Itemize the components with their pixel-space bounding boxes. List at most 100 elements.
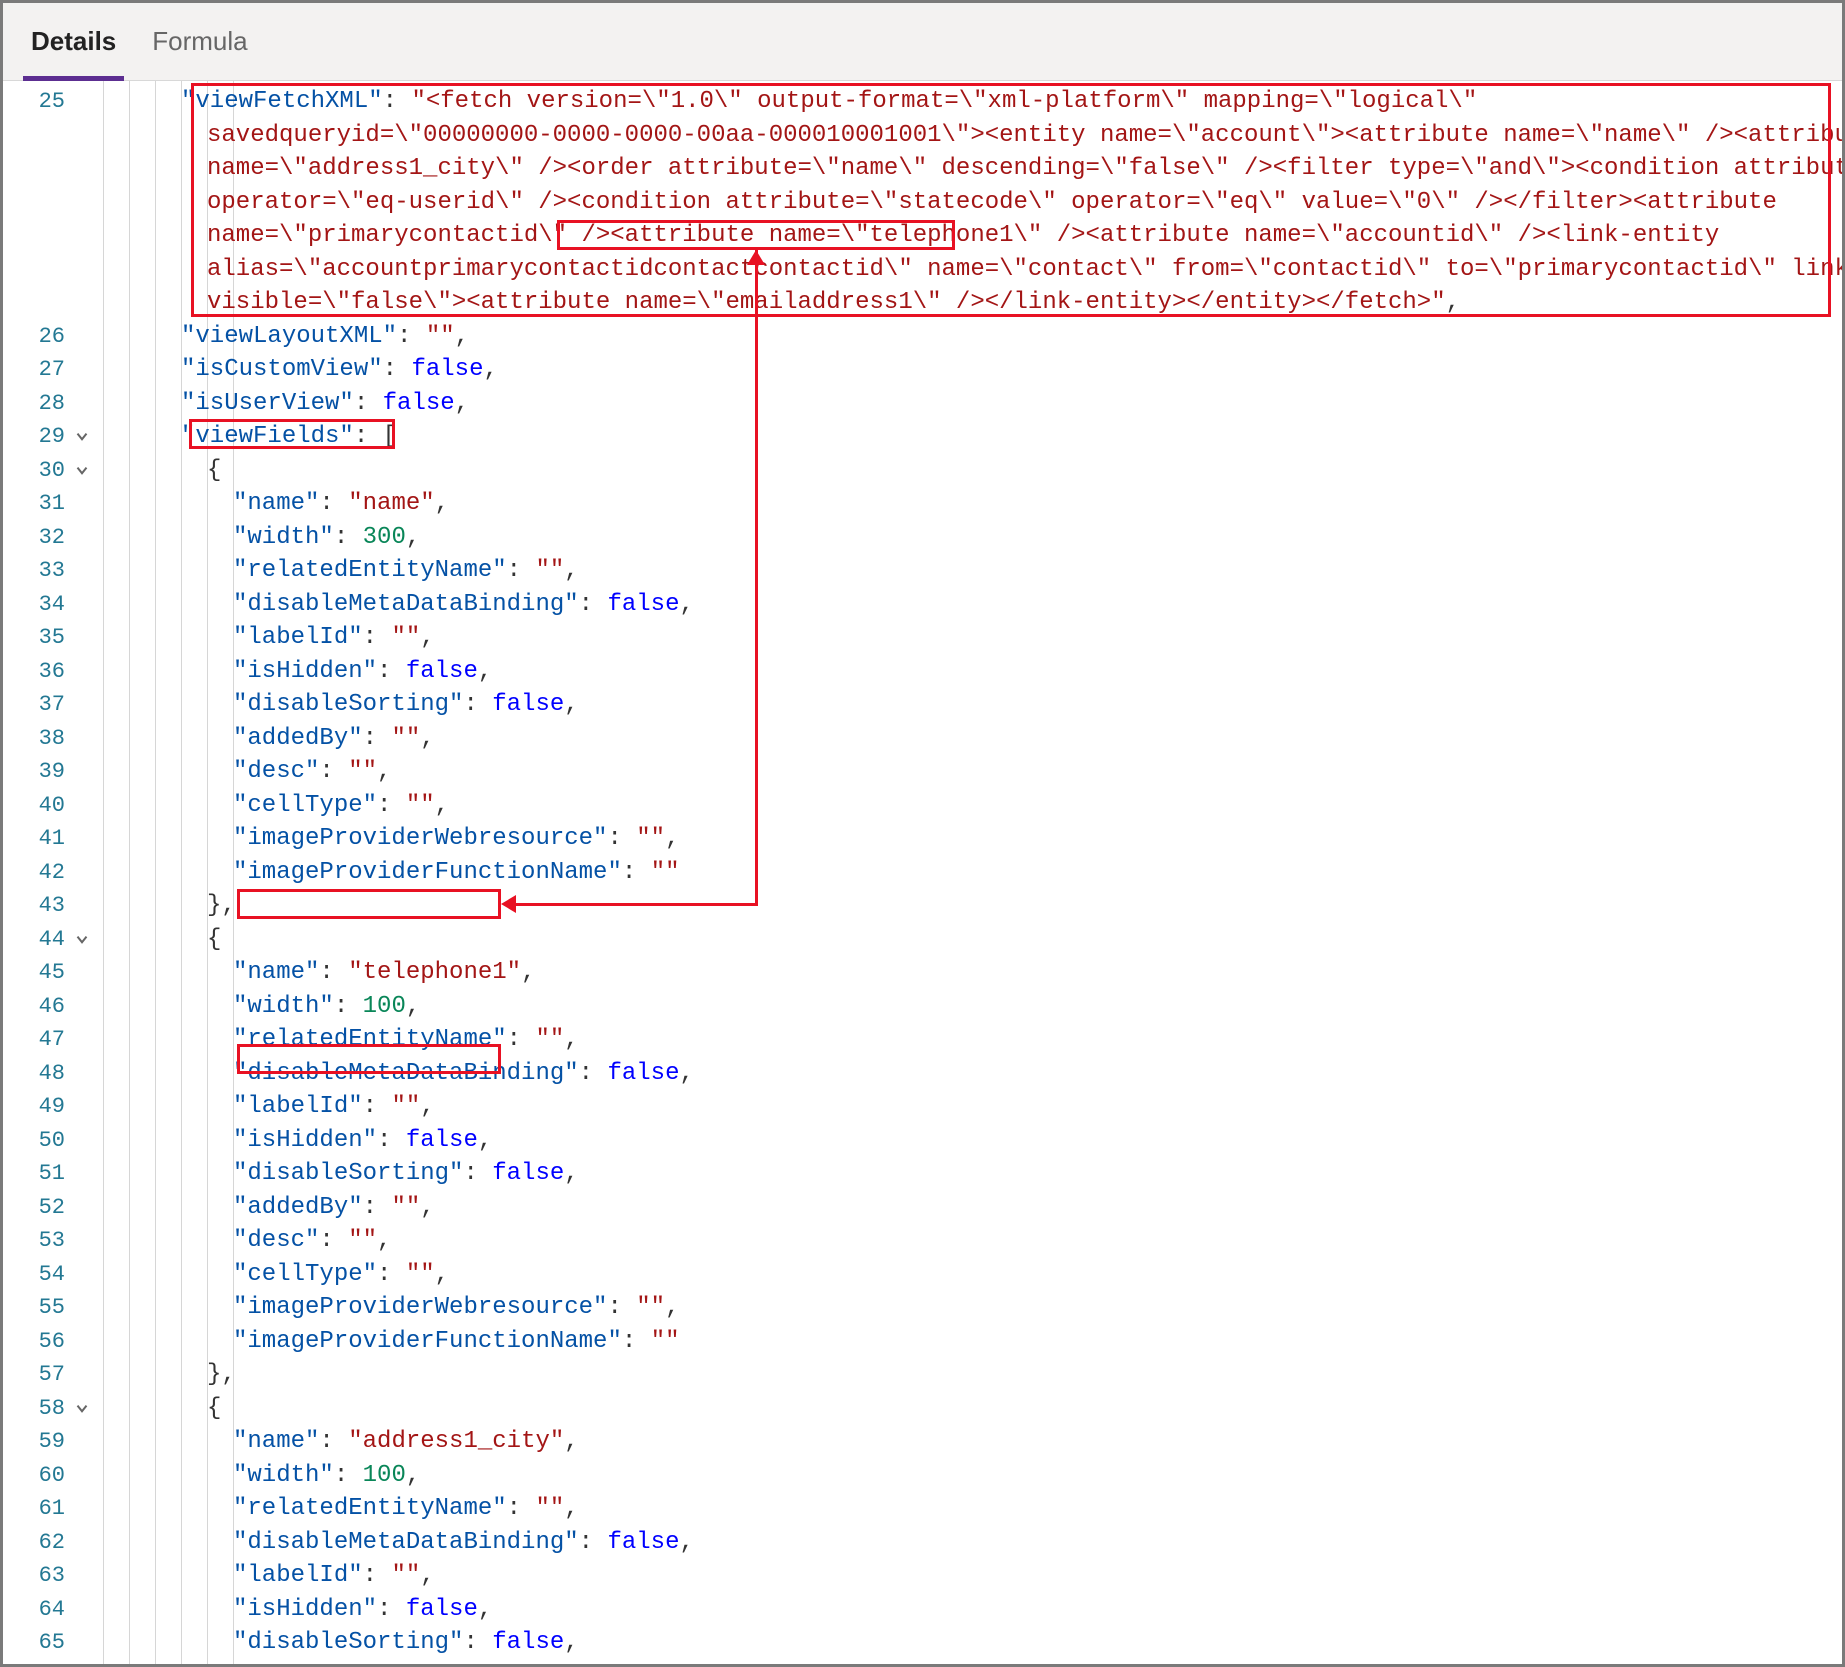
token-punc: :: [363, 1093, 392, 1120]
code-line[interactable]: "labelId": "",: [233, 1090, 1832, 1124]
token-bool: false: [492, 1160, 564, 1187]
code-line[interactable]: operator=\"eq-userid\" /><condition attr…: [207, 186, 1832, 220]
code-line[interactable]: "name": "address1_city",: [233, 1425, 1832, 1459]
token-key: "disableMetaDataBinding": [233, 1060, 579, 1087]
code-line[interactable]: "viewFields": [: [181, 420, 1832, 454]
line-number: 45: [3, 956, 65, 990]
token-punc: ,: [478, 658, 492, 685]
token-key: "isHidden": [233, 1596, 377, 1623]
code-line[interactable]: {: [207, 923, 1832, 957]
code-line[interactable]: "relatedEntityName": "",: [233, 554, 1832, 588]
code-line[interactable]: "addedBy": "",: [233, 1191, 1832, 1225]
code-line[interactable]: "disableMetaDataBinding": false,: [233, 1057, 1832, 1091]
code-line[interactable]: "name": "name",: [233, 487, 1832, 521]
fold-chevron-icon[interactable]: [73, 426, 95, 448]
token-punc: :: [507, 1495, 536, 1522]
code-line[interactable]: "disableSorting": false,: [233, 1626, 1832, 1660]
token-bool: false: [607, 1529, 679, 1556]
token-punc: :: [377, 792, 406, 819]
code-line[interactable]: "cellType": "",: [233, 789, 1832, 823]
token-punc: :: [319, 1428, 348, 1455]
code-line[interactable]: "desc": "",: [233, 1224, 1832, 1258]
code-line[interactable]: name=\"primarycontactid\" /><attribute n…: [207, 219, 1832, 253]
token-punc: :: [363, 1663, 392, 1665]
token-punc: ,: [679, 1060, 693, 1087]
line-number: 64: [3, 1593, 65, 1627]
token-punc: :: [319, 959, 348, 986]
token-punc: :: [622, 859, 651, 886]
code-line[interactable]: },: [207, 889, 1832, 923]
token-punc: :: [377, 1261, 406, 1288]
code-line[interactable]: "isHidden": false,: [233, 1124, 1832, 1158]
line-number: 58: [3, 1392, 65, 1426]
token-punc: },: [207, 1361, 236, 1388]
editor-area[interactable]: 2526272829303132333435363738394041424344…: [3, 81, 1842, 1664]
code-line[interactable]: "disableMetaDataBinding": false,: [233, 588, 1832, 622]
code-line[interactable]: "disableSorting": false,: [233, 1157, 1832, 1191]
token-punc: ,: [564, 1428, 578, 1455]
code-line[interactable]: "isHidden": false,: [233, 1593, 1832, 1627]
fold-chevron-icon[interactable]: [73, 1398, 95, 1420]
tab-formula[interactable]: Formula: [134, 3, 265, 81]
code-line[interactable]: "viewLayoutXML": "",: [181, 320, 1832, 354]
code-line[interactable]: "width": 100,: [233, 1459, 1832, 1493]
code-line[interactable]: "labelId": "",: [233, 621, 1832, 655]
token-punc: ,: [406, 524, 420, 551]
token-punc: :: [579, 1060, 608, 1087]
code-line[interactable]: "imageProviderFunctionName": "": [233, 1325, 1832, 1359]
code-line[interactable]: "relatedEntityName": "",: [233, 1492, 1832, 1526]
token-key: "name": [233, 490, 319, 517]
token-punc: ,: [478, 1596, 492, 1623]
code-line[interactable]: "width": 100,: [233, 990, 1832, 1024]
token-key: "imageProviderFunctionName": [233, 859, 622, 886]
code-line[interactable]: alias=\"accountprimarycontactidcontactco…: [207, 253, 1832, 287]
code-line[interactable]: "viewFetchXML": "<fetch version=\"1.0\" …: [181, 85, 1832, 119]
token-str: "": [348, 1227, 377, 1254]
token-punc: :: [622, 1328, 651, 1355]
token-punc: ,: [679, 1529, 693, 1556]
code-line[interactable]: {: [207, 454, 1832, 488]
code-line[interactable]: "relatedEntityName": "",: [233, 1023, 1832, 1057]
token-bool: false: [411, 356, 483, 383]
line-number: 49: [3, 1090, 65, 1124]
code-line[interactable]: "cellType": "",: [233, 1258, 1832, 1292]
code-line[interactable]: "addedBy": "",: [233, 1660, 1832, 1665]
code-line[interactable]: "disableSorting": false,: [233, 688, 1832, 722]
code-line[interactable]: "isUserView": false,: [181, 387, 1832, 421]
annotation-arrow-vertical: [755, 250, 758, 905]
code-line[interactable]: "name": "telephone1",: [233, 956, 1832, 990]
code-line[interactable]: "isCustomView": false,: [181, 353, 1832, 387]
code-line[interactable]: "width": 300,: [233, 521, 1832, 555]
token-key: "name": [233, 959, 319, 986]
code-line[interactable]: "imageProviderWebresource": "",: [233, 1291, 1832, 1325]
code-line[interactable]: "disableMetaDataBinding": false,: [233, 1526, 1832, 1560]
code-line[interactable]: "desc": "",: [233, 755, 1832, 789]
code-line[interactable]: "labelId": "",: [233, 1559, 1832, 1593]
line-number: 44: [3, 923, 65, 957]
code-line[interactable]: name=\"address1_city\" /><order attribut…: [207, 152, 1832, 186]
line-number: 26: [3, 320, 65, 354]
token-bool: false: [406, 658, 478, 685]
code-line[interactable]: "imageProviderFunctionName": "": [233, 856, 1832, 890]
tab-details[interactable]: Details: [13, 3, 134, 81]
fold-chevron-icon[interactable]: [73, 929, 95, 951]
code-editor[interactable]: 2526272829303132333435363738394041424344…: [3, 81, 1842, 1664]
code-line[interactable]: },: [207, 1358, 1832, 1392]
line-number: 40: [3, 789, 65, 823]
line-number: 57: [3, 1358, 65, 1392]
token-key: "labelId": [233, 1562, 363, 1589]
code-line[interactable]: "isHidden": false,: [233, 655, 1832, 689]
token-punc: ,: [420, 1562, 434, 1589]
fold-chevron-icon[interactable]: [73, 460, 95, 482]
token-str: "<fetch version=\"1.0\" output-format=\"…: [411, 88, 1477, 115]
token-punc: {: [207, 1395, 221, 1422]
token-punc: :: [363, 624, 392, 651]
line-number: 63: [3, 1559, 65, 1593]
code-line[interactable]: "addedBy": "",: [233, 722, 1832, 756]
token-punc: ,: [377, 758, 391, 785]
code-line[interactable]: {: [207, 1392, 1832, 1426]
code-line[interactable]: visible=\"false\"><attribute name=\"emai…: [207, 286, 1832, 320]
token-punc: :: [377, 658, 406, 685]
code-line[interactable]: savedqueryid=\"00000000-0000-0000-00aa-0…: [207, 119, 1832, 153]
code-line[interactable]: "imageProviderWebresource": "",: [233, 822, 1832, 856]
